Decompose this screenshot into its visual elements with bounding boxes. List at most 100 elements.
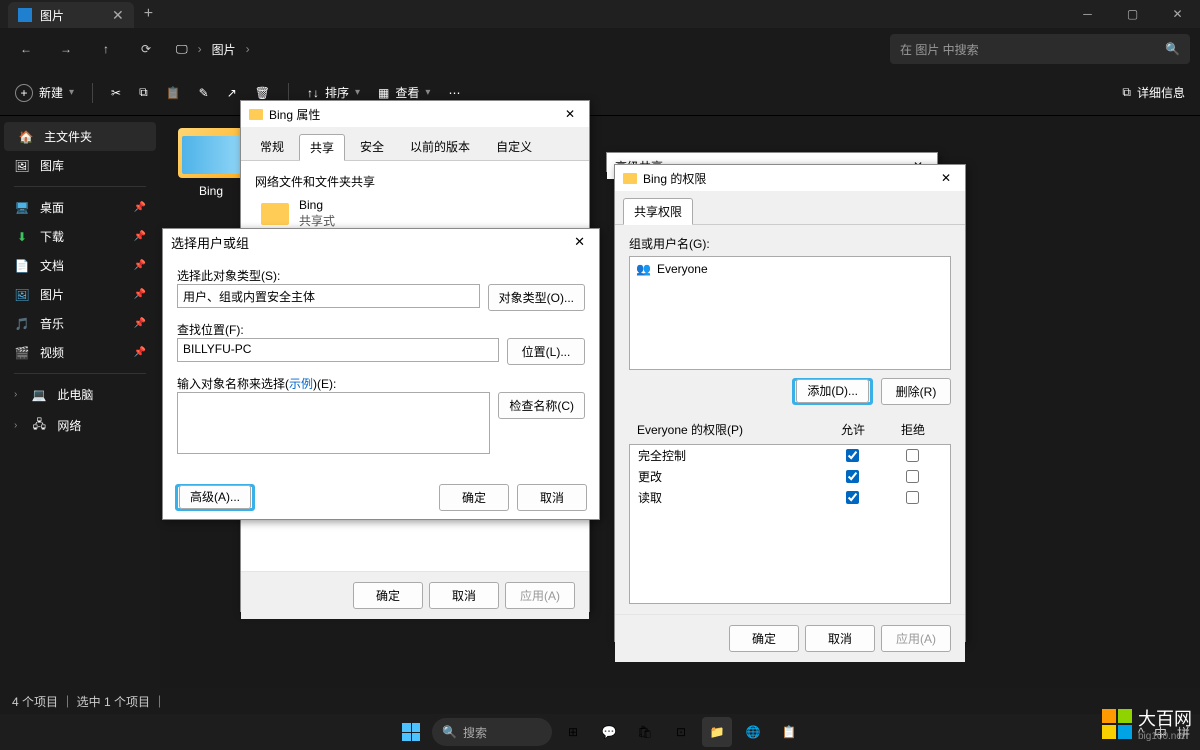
taskbar-app[interactable]: 📋 xyxy=(774,717,804,747)
remove-button[interactable]: 删除(R) xyxy=(881,378,951,405)
start-button[interactable] xyxy=(396,717,426,747)
allow-read[interactable] xyxy=(846,491,859,504)
cancel-button[interactable]: 取消 xyxy=(429,582,499,609)
refresh-button[interactable]: ⟳ xyxy=(130,33,162,65)
chevron-right-icon: › xyxy=(14,389,17,400)
gallery-icon: 🖼 xyxy=(14,159,30,173)
copy-button[interactable]: ⧉ xyxy=(139,85,148,100)
cancel-button[interactable]: 取消 xyxy=(805,625,875,652)
close-button[interactable]: ✕ xyxy=(1155,0,1200,28)
group-icon: 👥 xyxy=(636,262,651,276)
close-icon[interactable]: ✕ xyxy=(568,234,591,250)
dialog-titlebar[interactable]: 选择用户或组 ✕ xyxy=(163,229,599,255)
sidebar-item-home[interactable]: 🏠主文件夹 xyxy=(4,122,156,151)
allow-full-control[interactable] xyxy=(846,449,859,462)
sidebar-item-music[interactable]: 🎵音乐📌 xyxy=(0,309,160,338)
breadcrumb-item[interactable]: 图片 xyxy=(212,41,236,58)
dialog-titlebar[interactable]: Bing 的权限 ✕ xyxy=(615,165,965,191)
close-icon[interactable]: ✕ xyxy=(935,171,957,185)
sidebar-item-gallery[interactable]: 🖼图库 xyxy=(0,151,160,180)
dialog-title: Bing 属性 xyxy=(269,106,320,123)
sidebar-item-thispc[interactable]: ›💻此电脑 xyxy=(0,380,160,409)
sort-button[interactable]: ↑↓ 排序 ▾ xyxy=(307,84,360,101)
check-names-button[interactable]: 检查名称(C) xyxy=(498,392,585,419)
object-types-button[interactable]: 对象类型(O)... xyxy=(488,284,585,311)
new-button[interactable]: +新建▾ xyxy=(15,84,74,102)
object-type-label: 选择此对象类型(S): xyxy=(177,267,585,284)
chevron-right-icon: › xyxy=(14,420,17,431)
share-button[interactable]: ↗ xyxy=(227,86,237,100)
highlight-add: 添加(D)... xyxy=(792,378,873,405)
apply-button[interactable]: 应用(A) xyxy=(881,625,951,652)
user-everyone[interactable]: 👥 Everyone xyxy=(634,261,946,277)
tab-security[interactable]: 安全 xyxy=(349,133,395,160)
taskbar-explorer[interactable]: 📁 xyxy=(702,717,732,747)
deny-full-control[interactable] xyxy=(906,449,919,462)
close-tab-icon[interactable]: ✕ xyxy=(112,7,124,24)
close-icon[interactable]: ✕ xyxy=(559,107,581,121)
breadcrumb[interactable]: 🖵 › 图片 › xyxy=(176,41,250,58)
rename-button[interactable]: ✎ xyxy=(199,86,209,100)
search-icon: 🔍 xyxy=(1165,42,1180,56)
minimize-button[interactable]: ─ xyxy=(1065,0,1110,28)
cancel-button[interactable]: 取消 xyxy=(517,484,587,511)
tab-general[interactable]: 常规 xyxy=(249,133,295,160)
up-button[interactable]: ↑ xyxy=(90,33,122,65)
forward-button[interactable]: → xyxy=(50,33,82,65)
details-pane-button[interactable]: ⧉ 详细信息 xyxy=(1122,84,1185,101)
tab-previous-versions[interactable]: 以前的版本 xyxy=(399,133,481,160)
add-button[interactable]: 添加(D)... xyxy=(796,379,869,403)
sidebar-item-videos[interactable]: 🎬视频📌 xyxy=(0,338,160,367)
more-button[interactable]: ⋯ xyxy=(448,86,460,100)
taskbar-edge[interactable]: 🌐 xyxy=(738,717,768,747)
location-field[interactable]: BILLYFU-PC xyxy=(177,338,499,362)
ok-button[interactable]: 确定 xyxy=(353,582,423,609)
dialog-title: 选择用户或组 xyxy=(171,233,249,252)
tab-share-permissions[interactable]: 共享权限 xyxy=(623,198,693,225)
object-type-field[interactable]: 用户、组或内置安全主体 xyxy=(177,284,480,308)
dialog-select-users: 选择用户或组 ✕ 选择此对象类型(S): 用户、组或内置安全主体 对象类型(O)… xyxy=(162,228,600,520)
perm-row-full-control: 完全控制 xyxy=(630,445,950,466)
locations-button[interactable]: 位置(L)... xyxy=(507,338,585,365)
allow-change[interactable] xyxy=(846,470,859,483)
search-input[interactable]: 在 图片 中搜索 🔍 xyxy=(890,34,1190,64)
paste-button[interactable]: 📋 xyxy=(166,86,181,100)
task-view-button[interactable]: ⊞ xyxy=(558,717,588,747)
ok-button[interactable]: 确定 xyxy=(439,484,509,511)
delete-button[interactable]: 🗑 xyxy=(255,86,270,100)
pictures-icon: 🖼 xyxy=(14,288,30,302)
search-icon: 🔍 xyxy=(442,725,457,739)
highlight-advanced: 高级(A)... xyxy=(175,484,255,511)
download-icon: ⬇ xyxy=(14,230,30,244)
sidebar: 🏠主文件夹 🖼图库 🖥桌面📌 ⬇下载📌 📄文档📌 🖼图片📌 🎵音乐📌 🎬视频📌 … xyxy=(0,116,160,688)
back-button[interactable]: ← xyxy=(10,33,42,65)
deny-change[interactable] xyxy=(906,470,919,483)
tab-customize[interactable]: 自定义 xyxy=(485,133,543,160)
folder-bing[interactable]: Bing xyxy=(178,128,244,198)
advanced-button[interactable]: 高级(A)... xyxy=(179,485,251,509)
new-tab-button[interactable]: + xyxy=(144,5,153,23)
sidebar-item-network[interactable]: ›🖧网络 xyxy=(0,409,160,442)
tab-sharing[interactable]: 共享 xyxy=(299,134,345,161)
ok-button[interactable]: 确定 xyxy=(729,625,799,652)
taskbar-app[interactable]: ⊡ xyxy=(666,717,696,747)
user-list[interactable]: 👥 Everyone xyxy=(629,256,951,370)
sidebar-item-downloads[interactable]: ⬇下载📌 xyxy=(0,222,160,251)
examples-link[interactable]: 示例 xyxy=(289,377,313,391)
tab-pictures[interactable]: 图片 ✕ xyxy=(8,2,134,28)
taskbar-app[interactable]: 💬 xyxy=(594,717,624,747)
sidebar-item-pictures[interactable]: 🖼图片📌 xyxy=(0,280,160,309)
object-names-input[interactable] xyxy=(177,392,490,454)
taskbar-app[interactable]: 🛍 xyxy=(630,717,660,747)
dialog-titlebar[interactable]: Bing 属性 ✕ xyxy=(241,101,589,127)
taskbar: 🔍搜索 ⊞ 💬 🛍 ⊡ 📁 🌐 📋 ^ 中 拼 xyxy=(0,714,1200,750)
apply-button[interactable]: 应用(A) xyxy=(505,582,575,609)
sidebar-item-desktop[interactable]: 🖥桌面📌 xyxy=(0,193,160,222)
taskbar-search[interactable]: 🔍搜索 xyxy=(432,718,552,746)
deny-read[interactable] xyxy=(906,491,919,504)
status-text: 4 个项目 ｜ 选中 1 个项目 ｜ xyxy=(12,693,165,710)
sidebar-item-documents[interactable]: 📄文档📌 xyxy=(0,251,160,280)
maximize-button[interactable]: ▢ xyxy=(1110,0,1155,28)
view-button[interactable]: ▦ 查看 ▾ xyxy=(378,84,430,101)
cut-button[interactable]: ✂ xyxy=(111,86,121,100)
